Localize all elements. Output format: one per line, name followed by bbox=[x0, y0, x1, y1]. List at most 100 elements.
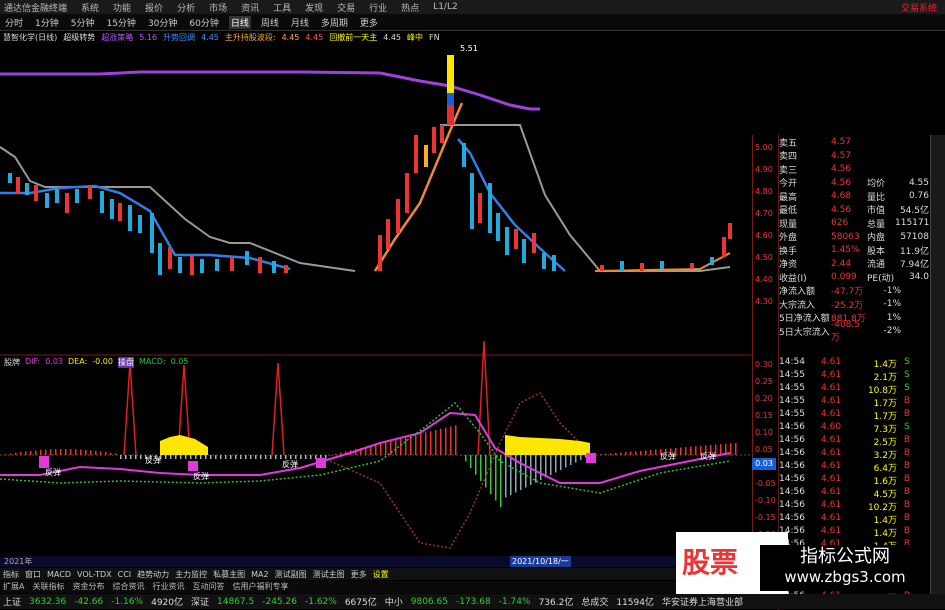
info-tab[interactable]: 关联指标 bbox=[32, 581, 64, 593]
macd-bar bbox=[375, 444, 377, 455]
kline-chart[interactable]: 5.51 反弹 反弹 反弹 反弹 反弹 反弹 bbox=[0, 43, 752, 556]
menu-item[interactable]: 行业 bbox=[369, 1, 387, 14]
info-tab[interactable]: 行业资讯 bbox=[152, 581, 184, 593]
trade-volume: 6.4万 bbox=[873, 464, 897, 474]
menu-item[interactable]: 发现 bbox=[305, 1, 323, 14]
quote-label: 净资 bbox=[779, 260, 798, 270]
tab-9[interactable]: 多周期 bbox=[319, 16, 350, 29]
indicator-tab[interactable]: 指标 bbox=[3, 569, 19, 580]
indicator-tab[interactable]: 更多 bbox=[351, 569, 367, 580]
quote-row: 换手 1.45% 股本 11.9亿 bbox=[779, 243, 929, 257]
macd-bar bbox=[135, 455, 137, 459]
macd-bar bbox=[215, 455, 217, 459]
menu-item[interactable]: 功能 bbox=[113, 1, 131, 14]
indicator-tab[interactable]: VOL-TDX bbox=[77, 570, 112, 579]
macd-bar bbox=[15, 452, 17, 455]
peak-label: 峰中 bbox=[407, 32, 424, 42]
macd-bar bbox=[10, 453, 12, 455]
tab-10[interactable]: 更多 bbox=[358, 16, 380, 29]
menu-item[interactable]: 工具 bbox=[273, 1, 291, 14]
candle bbox=[118, 203, 122, 221]
macd-legend: 股牌 DIF: 0.03 DEA: -0.00 操盘 MACD: 0.05 bbox=[4, 357, 188, 368]
trade-row: 14:56 4.61 3.2万 B bbox=[779, 448, 929, 462]
tab-0[interactable]: 分时 bbox=[3, 16, 25, 29]
indicator-tab[interactable]: 窗口 bbox=[25, 569, 41, 580]
watermark-site-url: www.zbgs3.com bbox=[784, 568, 906, 586]
indicator-tab[interactable]: 测试主图 bbox=[313, 569, 345, 580]
menu-item[interactable]: L1/L2 bbox=[433, 2, 458, 12]
menu-item[interactable]: 报价 bbox=[145, 1, 163, 14]
trade-volume: 10.2万 bbox=[867, 503, 897, 513]
macd-bar bbox=[275, 455, 277, 459]
quote-label: 净流入额 bbox=[779, 287, 816, 297]
trade-side: B bbox=[903, 409, 911, 419]
right-toolbar-strip[interactable] bbox=[930, 135, 945, 605]
trade-time: 14:54 bbox=[779, 357, 805, 367]
menu-item[interactable]: 市场 bbox=[209, 1, 227, 14]
macd-bar bbox=[35, 450, 37, 455]
info-tab[interactable]: 资金分布 bbox=[72, 581, 104, 593]
macd-bar bbox=[500, 455, 502, 507]
menu-item[interactable]: 分析 bbox=[177, 1, 195, 14]
tab-6[interactable]: 日线 bbox=[228, 15, 251, 29]
indicator-tab[interactable]: 测试副图 bbox=[275, 569, 307, 580]
candle bbox=[532, 233, 536, 253]
menu-item[interactable]: 交易 bbox=[337, 1, 355, 14]
menu-item[interactable]: 系统 bbox=[81, 1, 99, 14]
macd-bar bbox=[435, 430, 437, 455]
info-tab[interactable]: 信用户福利专享 bbox=[232, 581, 288, 593]
tab-7[interactable]: 周线 bbox=[259, 16, 281, 29]
index-name[interactable]: 中小 bbox=[385, 595, 403, 608]
indicator-tab[interactable]: 设置 bbox=[373, 569, 389, 580]
menu-item[interactable]: 热点 bbox=[401, 1, 419, 14]
menu-item[interactable]: 通达信金融终端 bbox=[4, 1, 67, 14]
trade-volume: 1.6万 bbox=[873, 477, 897, 487]
tab-1[interactable]: 1分钟 bbox=[33, 16, 61, 29]
trade-price: 4.61 bbox=[821, 370, 842, 380]
ma-value: 5.16 bbox=[139, 32, 158, 42]
macd-bar bbox=[55, 449, 57, 455]
info-tab[interactable]: 综合资讯 bbox=[112, 581, 144, 593]
trade-price: 4.61 bbox=[821, 487, 842, 497]
tab-8[interactable]: 月线 bbox=[289, 16, 311, 29]
quote-label: 大宗流入 bbox=[779, 300, 816, 311]
index-name[interactable]: 上证 bbox=[3, 595, 21, 608]
trade-system-link[interactable]: 交易系统 bbox=[901, 1, 945, 14]
tab-5[interactable]: 60分钟 bbox=[187, 16, 220, 29]
index-name[interactable]: 深证 bbox=[191, 595, 209, 608]
tab-3[interactable]: 15分钟 bbox=[104, 16, 137, 29]
candle bbox=[100, 191, 104, 213]
macd-bar bbox=[285, 455, 287, 459]
macd-bar bbox=[730, 443, 732, 455]
indicator-tab[interactable]: 私募主图 bbox=[213, 569, 245, 580]
macd-bar bbox=[450, 426, 452, 455]
tab-4[interactable]: 30分钟 bbox=[146, 16, 179, 29]
menu-item[interactable]: 资讯 bbox=[241, 1, 259, 14]
quote-label: 外盘 bbox=[779, 233, 798, 243]
signal-box-2 bbox=[188, 461, 198, 471]
macd-label: MACD: bbox=[138, 357, 166, 366]
info-tab[interactable]: 互动问答 bbox=[192, 581, 224, 593]
macd-bar bbox=[620, 452, 622, 455]
indicator-tab[interactable]: 趋势动力 bbox=[137, 569, 169, 580]
quote-label-2: 股本 bbox=[867, 246, 886, 257]
info-tab[interactable]: 扩展A bbox=[3, 581, 24, 593]
indicator-tab[interactable]: MACD bbox=[47, 570, 71, 579]
tab-2[interactable]: 5分钟 bbox=[69, 16, 97, 29]
indicator-tab[interactable]: MA2 bbox=[251, 570, 268, 579]
indicator-tab[interactable]: 主力监控 bbox=[175, 569, 207, 580]
trade-side: B bbox=[903, 396, 911, 406]
quote-price: -408.5万 bbox=[831, 319, 861, 343]
macd-bar bbox=[125, 455, 127, 459]
dea-value: -0.00 bbox=[92, 357, 113, 366]
watermark-site-name: 指标公式网 bbox=[800, 546, 890, 567]
watermark-site: 指标公式网 www.zbgs3.com bbox=[760, 545, 930, 591]
dif-label: DIF: bbox=[25, 357, 41, 366]
date-cursor: 2021/10/18/一 bbox=[510, 556, 571, 567]
quote-value-2: -2% bbox=[883, 326, 901, 336]
indicator-tab[interactable]: CCI bbox=[118, 570, 132, 579]
trade-side: B bbox=[903, 474, 911, 484]
macd-bar bbox=[570, 455, 572, 465]
macd-bar bbox=[480, 455, 482, 481]
trade-time: 14:56 bbox=[779, 448, 805, 458]
